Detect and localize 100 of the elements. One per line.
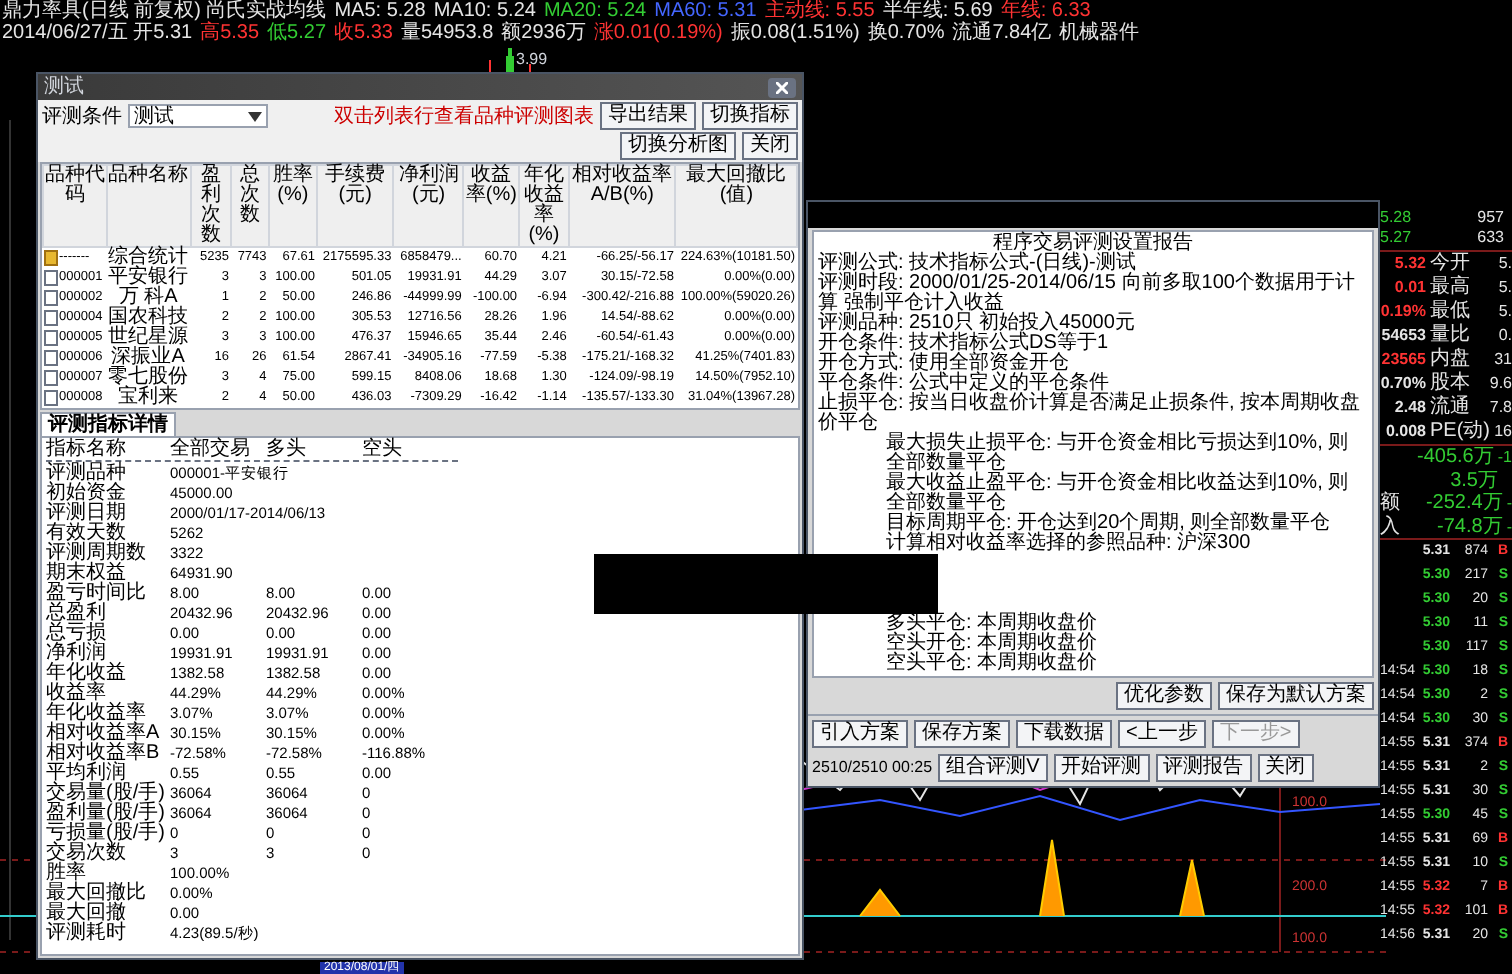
table-cell: 综合统计 (106, 247, 191, 268)
button[interactable]: 优化参数 (1116, 682, 1212, 710)
table-cell-text: 胜率 (46, 864, 87, 884)
column-header: 空头 (362, 438, 404, 460)
column-header[interactable]: 净利润(元) (393, 165, 464, 247)
table-cell-text: 平均利润 (46, 764, 126, 784)
report-line: 最大收益止盈平仓: 与开仓资金相比收益达到10%, 则全部数量平仓 (884, 474, 1351, 514)
button[interactable]: 保存方案 (914, 720, 1010, 748)
table-cell: 零七股份 (106, 368, 191, 388)
stat-label: 股本 (1430, 374, 1470, 394)
button[interactable]: 引入方案 (812, 720, 908, 748)
flow-label: 额 (1380, 492, 1400, 515)
column-header[interactable]: 相对收益率A/B(%) (568, 165, 676, 247)
quote-info-text: 换0.70% (867, 22, 945, 44)
stat-value: 5. (1498, 302, 1512, 322)
table-cell-text: 评测品种 (46, 464, 128, 484)
table-cell-text: 亏损量(股/手) (46, 824, 167, 844)
flow-value: -74.8万 (1437, 515, 1503, 538)
quote-number: 0.19% (1380, 302, 1426, 322)
report-line: 空头开仓: 本周期收盘价 (884, 634, 1100, 654)
button[interactable]: 组合评测V (938, 754, 1048, 782)
quote-number: 0.70% (1380, 374, 1426, 394)
table-cell-text: 宝利来 (116, 388, 181, 408)
stat-label: 量比 (1430, 326, 1470, 346)
button[interactable]: 切换指标 (702, 102, 798, 130)
quote-info-text: MA5: 5.28 (334, 0, 426, 22)
summary-icon (43, 250, 57, 266)
quote-number: 2.48 (1392, 398, 1426, 418)
caret-icon (248, 109, 262, 123)
quote-info-text: MA20: 5.24 (543, 0, 647, 22)
table-cell-text: 最大回撤比 (46, 884, 148, 904)
quote-info-text: MA10: 5.24 (433, 0, 536, 22)
flow-value: -405.6万 (1417, 446, 1494, 469)
column-header[interactable]: 胜率(%) (268, 165, 318, 247)
table-cell-text: 净利润 (46, 644, 106, 664)
stat-label: 最高 (1430, 278, 1470, 298)
table-cell-text: 有效天数 (46, 524, 126, 544)
quote-number: 54653 (1380, 326, 1426, 346)
table-cell-text: 总盈利 (46, 604, 108, 624)
quote-number: 0.008 (1383, 422, 1426, 442)
column-header[interactable]: 品种名称 (106, 165, 191, 247)
report-line: 开仓条件: 技术指标公式DS等于1 (818, 334, 1111, 354)
price-text: 5.28 (1380, 208, 1412, 228)
button[interactable]: 关闭 (1257, 754, 1314, 782)
quote-info-text: 额2936万 (501, 22, 586, 44)
price-label: 3.99 (516, 50, 548, 68)
quote-info-text: 2014/06/27/五 开5.31 (2, 22, 193, 44)
table-cell-text: 盈亏时间比 (46, 584, 148, 604)
button[interactable]: 关闭 (742, 132, 798, 160)
column-header[interactable]: 品种代码 (43, 165, 107, 247)
table-cell-text: 交易量(股/手) (46, 784, 167, 804)
table-cell: 平安银行 (106, 268, 191, 288)
table-cell-text: 最大回撤 (46, 904, 128, 924)
stat-value: 0. (1498, 326, 1512, 346)
stat-value: 7.8 (1489, 398, 1512, 418)
column-header: 全部交易 (170, 438, 252, 460)
column-header[interactable]: 盈利次数 (190, 165, 231, 247)
stat-value: 16 (1494, 422, 1512, 442)
column-header[interactable]: 手续费(元) (317, 165, 394, 247)
quote-number: 0.01 (1392, 278, 1426, 298)
report-line: 计算相对收益率选择的参照品种: 沪深300 (884, 534, 1253, 554)
field-label: 评测条件 (42, 105, 122, 127)
stat-value: 5. (1498, 254, 1512, 274)
column-header[interactable]: 年化收益率(%) (519, 165, 569, 247)
table-cell-text: 初始资金 (46, 484, 128, 504)
table-cell-text: 收益率 (46, 684, 106, 704)
table-cell: 世纪星源 (106, 328, 191, 348)
quote-number: 23565 (1380, 350, 1426, 370)
column-header[interactable]: 收益率(%) (463, 165, 520, 247)
button[interactable]: <上一步 (1118, 720, 1206, 748)
flow-value: - (1506, 515, 1512, 538)
button[interactable]: 保存为默认方案 (1218, 682, 1374, 710)
stat-label: 今开 (1430, 254, 1470, 274)
button[interactable]: 导出结果 (600, 102, 696, 130)
column-header[interactable]: 总次数 (230, 165, 269, 247)
flow-value: 3.5万 (1450, 469, 1498, 492)
table-cell-text: 年化收益 (46, 664, 128, 684)
report-line: 最大损失止损平仓: 与开仓资金相比亏损达到10%, 则全部数量平仓 (884, 434, 1351, 474)
stat-value: 9.6 (1489, 374, 1512, 394)
report-line: 空头平仓: 本周期收盘价 (884, 654, 1100, 674)
stat-label: 最低 (1430, 302, 1470, 322)
report-line: 止损平仓: 按当日收盘价计算是否满足止损条件, 按本周期收盘价平仓 (818, 394, 1363, 434)
quote-info-text: 机械器件 (1059, 22, 1140, 44)
condition-dropdown[interactable]: 测试 (128, 104, 268, 128)
button[interactable]: 下载数据 (1016, 720, 1112, 748)
report-line: 平仓条件: 公式中定义的平仓条件 (818, 374, 1110, 394)
tab[interactable]: 评测指标详情 (40, 412, 176, 436)
table-cell-text: 评测耗时 (46, 924, 128, 944)
flow-label: 入 (1380, 515, 1400, 538)
button[interactable]: 开始评测 (1053, 754, 1150, 782)
table-cell-text: 期末权益 (46, 564, 127, 584)
table-cell: 万 科A (106, 288, 191, 308)
column-header: 多头 (266, 438, 308, 460)
button[interactable]: 评测报告 (1155, 754, 1252, 782)
column-header: 指标名称 (46, 438, 128, 460)
column-header[interactable]: 最大回撤比(值) (675, 165, 797, 247)
stat-label: 内盘 (1430, 350, 1470, 370)
close-icon[interactable] (768, 77, 796, 97)
button[interactable]: 切换分析图 (620, 132, 736, 160)
volume-text: 633 (1477, 228, 1504, 248)
